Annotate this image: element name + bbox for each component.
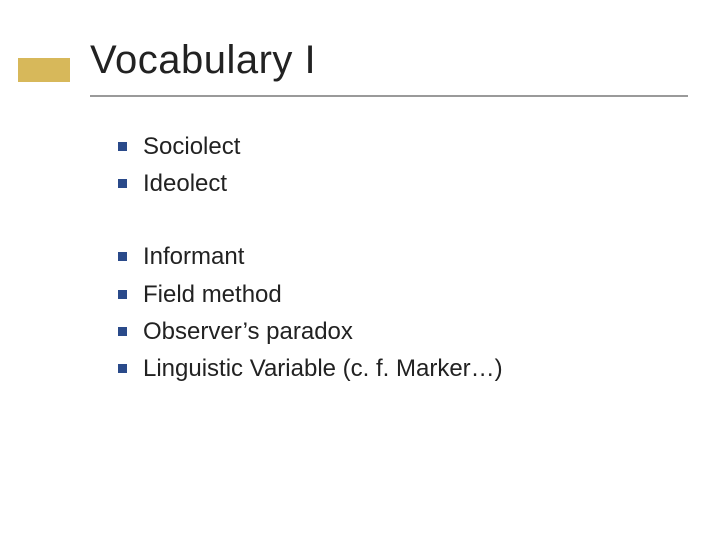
- square-bullet-icon: [118, 327, 127, 336]
- list-item-label: Ideolect: [143, 165, 227, 202]
- square-bullet-icon: [118, 142, 127, 151]
- square-bullet-icon: [118, 364, 127, 373]
- square-bullet-icon: [118, 252, 127, 261]
- square-bullet-icon: [118, 290, 127, 299]
- list-item: Linguistic Variable (c. f. Marker…): [118, 350, 678, 387]
- slide-body: Sociolect Ideolect Informant Field metho…: [118, 128, 678, 423]
- bullet-group: Informant Field method Observer’s parado…: [118, 238, 678, 387]
- title-underline: [90, 95, 688, 97]
- slide: Vocabulary I Sociolect Ideolect Informan…: [0, 0, 720, 540]
- bullet-group: Sociolect Ideolect: [118, 128, 678, 202]
- list-item-label: Informant: [143, 238, 244, 275]
- list-item-label: Linguistic Variable (c. f. Marker…): [143, 350, 503, 387]
- title-accent-bar: [18, 58, 70, 82]
- list-item: Field method: [118, 276, 678, 313]
- list-item-label: Observer’s paradox: [143, 313, 353, 350]
- list-item: Informant: [118, 238, 678, 275]
- list-item: Observer’s paradox: [118, 313, 678, 350]
- list-item: Ideolect: [118, 165, 678, 202]
- list-item: Sociolect: [118, 128, 678, 165]
- slide-title: Vocabulary I: [90, 38, 316, 83]
- list-item-label: Field method: [143, 276, 282, 313]
- list-item-label: Sociolect: [143, 128, 240, 165]
- square-bullet-icon: [118, 179, 127, 188]
